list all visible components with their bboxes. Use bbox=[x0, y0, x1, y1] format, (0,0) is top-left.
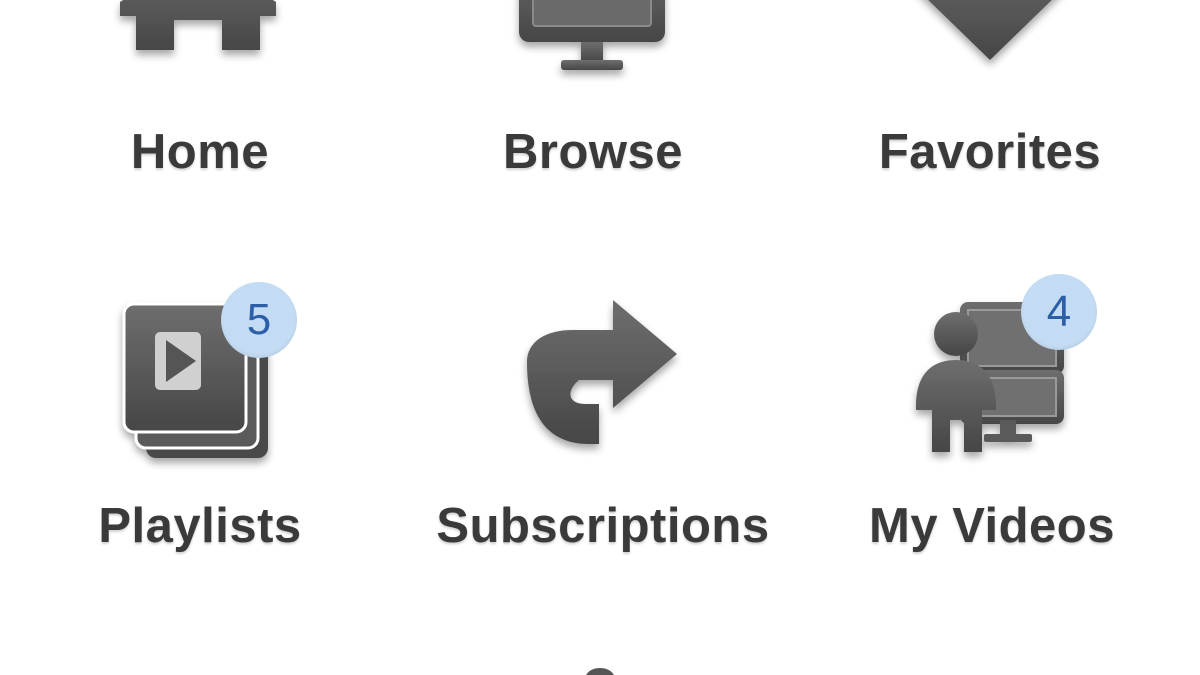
next-row-icon bbox=[560, 664, 640, 675]
user-videos-icon bbox=[792, 280, 1192, 480]
menu-item-label: Playlists bbox=[98, 499, 302, 553]
menu-item-playlists[interactable]: 5 Playlists bbox=[0, 270, 400, 590]
heart-icon bbox=[790, 0, 1190, 90]
main-menu-grid: Home Browse Favorites 5 Playlists Subscr… bbox=[0, 0, 1200, 675]
menu-item-label: My Videos bbox=[869, 499, 1115, 553]
monitor-icon bbox=[393, 0, 793, 90]
notification-badge: 5 bbox=[221, 282, 297, 358]
playlist-stack-icon bbox=[0, 280, 400, 480]
menu-item-subscriptions[interactable]: Subscriptions bbox=[403, 270, 803, 590]
share-arrow-icon bbox=[403, 280, 803, 480]
house-icon bbox=[0, 0, 400, 90]
menu-item-my-videos[interactable]: 4 My Videos bbox=[792, 270, 1192, 590]
menu-item-label: Browse bbox=[502, 125, 683, 179]
notification-badge: 4 bbox=[1021, 274, 1097, 350]
menu-item-label: Home bbox=[130, 125, 270, 179]
menu-item-label: Subscriptions bbox=[436, 499, 770, 553]
menu-item-label: Favorites bbox=[878, 125, 1102, 179]
